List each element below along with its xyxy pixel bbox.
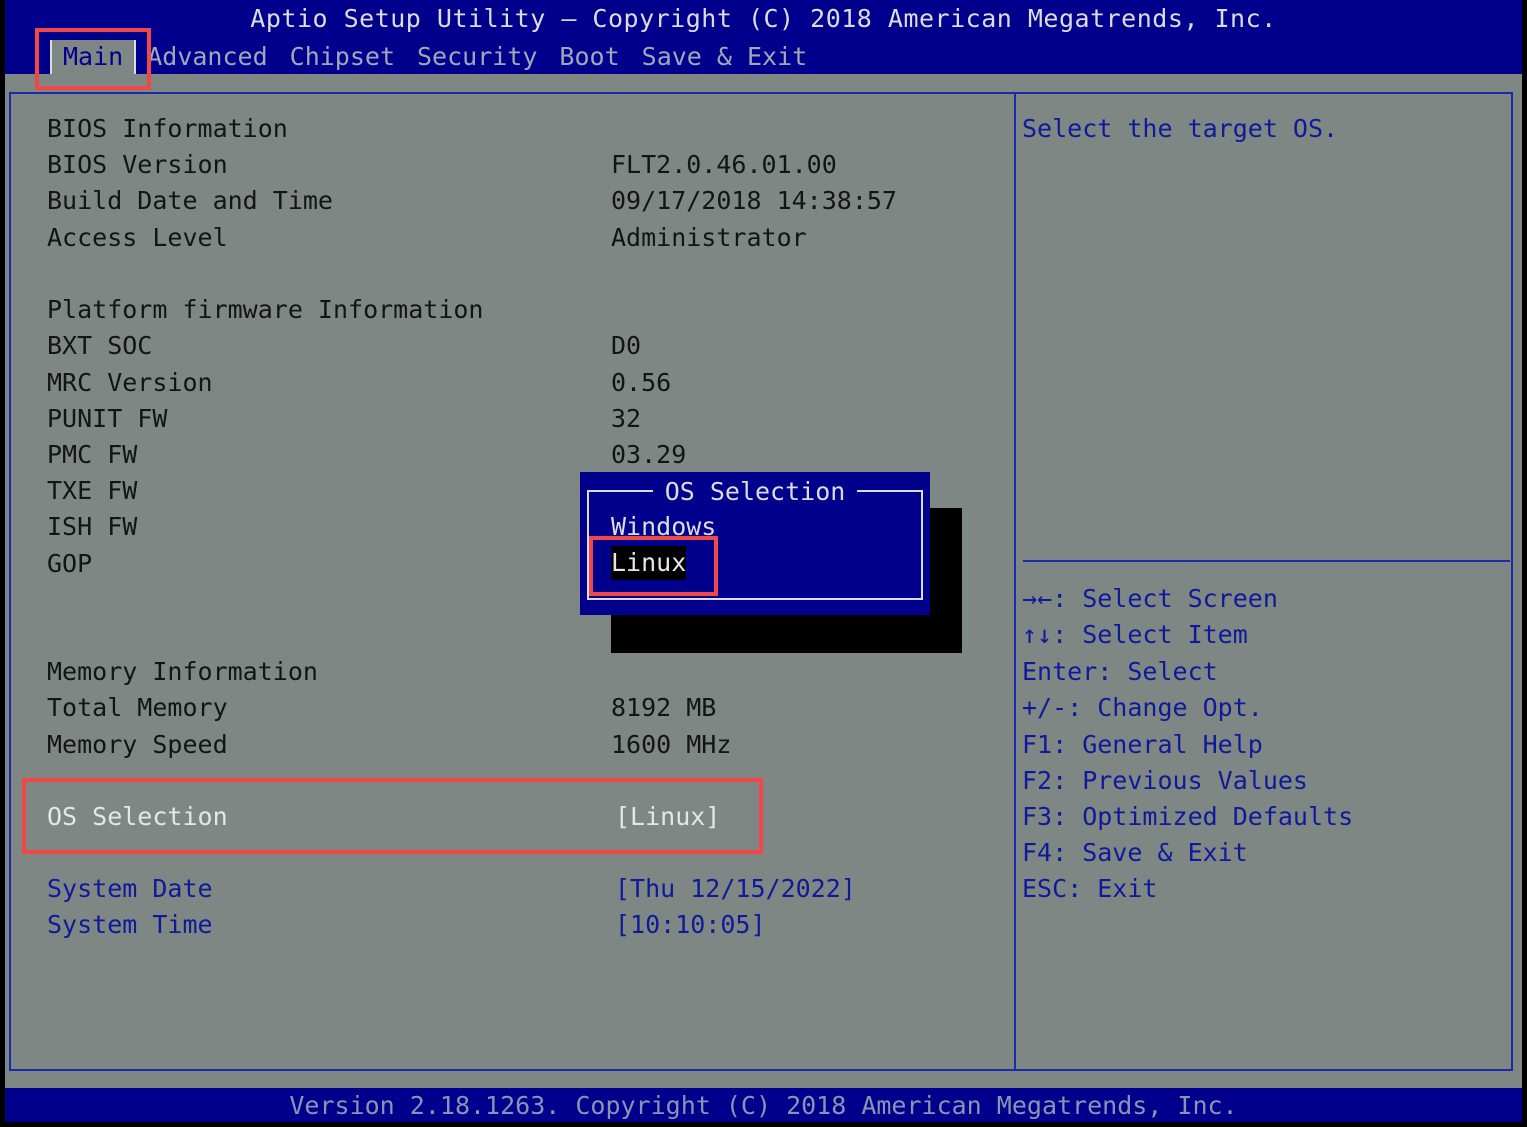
- platform-info-heading: Platform firmware Information: [47, 295, 484, 324]
- system-time-label[interactable]: System Time: [47, 907, 213, 943]
- help-key-f3: F3: Optimized Defaults: [1022, 802, 1354, 831]
- total-memory-label: Total Memory: [47, 693, 228, 722]
- bios-screen: Aptio Setup Utility – Copyright (C) 2018…: [5, 0, 1522, 1122]
- top-bar: Aptio Setup Utility – Copyright (C) 2018…: [5, 0, 1522, 74]
- total-memory-value: 8192 MB: [611, 693, 717, 722]
- help-key-esc: ESC: Exit: [1022, 874, 1158, 903]
- help-key-enter: Enter: Select: [1022, 657, 1218, 686]
- tab-chipset[interactable]: Chipset: [279, 40, 406, 74]
- system-date-label[interactable]: System Date: [47, 871, 213, 907]
- highlight-os-selection-row: [22, 778, 763, 854]
- punit-fw-value: 32: [611, 404, 642, 433]
- app-title: Aptio Setup Utility – Copyright (C) 2018…: [250, 4, 1277, 33]
- build-date-label: Build Date and Time: [47, 186, 333, 215]
- system-date-value[interactable]: [Thu 12/15/2022]: [615, 871, 856, 907]
- help-key-select-item: ↑↓: Select Item: [1022, 620, 1248, 649]
- help-key-change-opt: +/-: Change Opt.: [1022, 693, 1263, 722]
- mrc-version-label: MRC Version: [47, 368, 213, 397]
- bxt-soc-label: BXT SOC: [47, 331, 153, 360]
- popup-title: OS Selection: [580, 474, 930, 510]
- footer-bar: Version 2.18.1263. Copyright (C) 2018 Am…: [5, 1088, 1522, 1122]
- tab-advanced[interactable]: Advanced: [136, 40, 278, 74]
- txe-fw-label: TXE FW: [47, 476, 138, 505]
- bios-version-label: BIOS Version: [47, 150, 228, 179]
- punit-fw-label: PUNIT FW: [47, 404, 168, 433]
- help-key-f1: F1: General Help: [1022, 730, 1263, 759]
- popup-title-text: OS Selection: [652, 477, 858, 506]
- bios-version-value: FLT2.0.46.01.00: [611, 150, 837, 179]
- system-time-value[interactable]: [10:10:05]: [615, 907, 766, 943]
- access-level-label: Access Level: [47, 223, 228, 252]
- bios-info-heading: BIOS Information: [47, 114, 288, 143]
- help-key-f4: F4: Save & Exit: [1022, 838, 1248, 867]
- tab-save-exit[interactable]: Save & Exit: [631, 40, 819, 74]
- highlight-main-tab: [35, 28, 151, 90]
- pmc-fw-label: PMC FW: [47, 440, 138, 469]
- gop-label: GOP: [47, 549, 93, 578]
- mrc-version-value: 0.56: [611, 368, 672, 397]
- highlight-linux-option: [589, 536, 718, 596]
- help-description: Select the target OS.: [1022, 114, 1339, 143]
- tab-bar: Main Advanced Chipset Security Boot Save…: [50, 40, 818, 74]
- ish-fw-label: ISH FW: [47, 512, 138, 541]
- tab-security[interactable]: Security: [406, 40, 548, 74]
- build-date-value: 09/17/2018 14:38:57: [611, 186, 897, 215]
- help-key-select-screen: →←: Select Screen: [1022, 584, 1278, 613]
- pmc-fw-value: 03.29: [611, 440, 687, 469]
- tab-boot[interactable]: Boot: [548, 40, 630, 74]
- memory-speed-label: Memory Speed: [47, 730, 228, 759]
- help-divider: [1023, 560, 1510, 562]
- bxt-soc-value: D0: [611, 331, 642, 360]
- memory-speed-value: 1600 MHz: [611, 730, 732, 759]
- memory-info-heading: Memory Information: [47, 657, 318, 686]
- help-key-f2: F2: Previous Values: [1022, 766, 1308, 795]
- panel-divider: [1014, 92, 1016, 1071]
- access-level-value: Administrator: [611, 223, 807, 252]
